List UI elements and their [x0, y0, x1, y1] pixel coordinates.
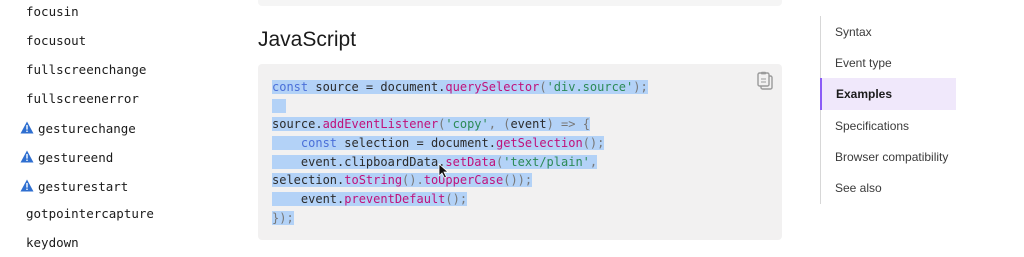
code-content[interactable]: const source = document.querySelector('d…	[272, 78, 648, 228]
code-token: toUpperCase	[423, 173, 504, 188]
code-token: });	[272, 210, 294, 225]
toc-item-syntax[interactable]: Syntax	[821, 16, 957, 48]
code-token: ,	[589, 154, 598, 169]
code-token: event.clipboardData.	[272, 154, 446, 169]
toc-item-examples[interactable]: Examples	[820, 78, 956, 110]
code-token: 'text/plain'	[503, 154, 590, 169]
toc-item-label: Event type	[835, 56, 892, 70]
code-token: querySelector	[445, 80, 540, 94]
code-token: const	[300, 136, 338, 151]
code-line: source.addEventListener('copy', (event) …	[272, 115, 648, 134]
toc-item-label: Browser compatibility	[835, 150, 949, 164]
toc-item-label: Syntax	[835, 25, 872, 39]
sidebar-item-label: fullscreenchange	[26, 61, 147, 77]
sidebar-item-label: gesturestart	[38, 178, 129, 194]
warning-triangle-icon	[20, 150, 34, 163]
warning-triangle-icon	[20, 121, 34, 134]
toc-item-event-type[interactable]: Event type	[821, 47, 957, 79]
clipboard-copy-icon[interactable]	[756, 71, 774, 91]
code-token: getSelection	[495, 136, 583, 151]
code-token: 'copy'	[445, 117, 489, 132]
code-line: const source = document.querySelector('d…	[272, 78, 648, 97]
code-token: ();	[582, 136, 605, 151]
sidebar-item-label: gestureend	[38, 149, 114, 165]
code-token: toString	[344, 173, 403, 188]
toc-item-specifications[interactable]: Specifications	[821, 110, 957, 142]
sidebar-nav: focusin focusout fullscreenchange fullsc…	[0, 0, 210, 257]
code-line: });	[272, 209, 648, 228]
code-line: event.preventDefault();	[272, 190, 648, 209]
section-heading: JavaScript	[258, 28, 357, 51]
toc-item-label: Specifications	[835, 119, 910, 133]
code-token: 'div.source'	[546, 80, 634, 94]
code-token: source = document.	[308, 80, 446, 94]
mouse-cursor-icon	[438, 163, 450, 179]
code-token: preventDefault	[344, 192, 446, 207]
toc-item-browser-compatibility[interactable]: Browser compatibility	[821, 141, 957, 173]
code-token: event	[510, 117, 547, 132]
sidebar-item-label: focusout	[26, 32, 87, 48]
warning-triangle-icon	[20, 179, 34, 192]
code-token: (	[539, 80, 547, 94]
table-of-contents: Syntax Event type Examples Specification…	[820, 16, 961, 204]
sidebar-item-label: keydown	[26, 234, 79, 250]
code-token: setData	[445, 154, 496, 169]
code-token: const	[272, 80, 309, 94]
toc-item-see-also[interactable]: See also	[821, 172, 957, 204]
code-token: ().	[402, 173, 424, 188]
code-line: const selection = document.getSelection(…	[272, 134, 648, 153]
code-line	[272, 97, 648, 116]
selected-text: });	[272, 210, 294, 225]
code-block: const source = document.querySelector('d…	[258, 64, 782, 240]
selected-text: event.clipboardData.setData('text/plain'…	[272, 154, 598, 169]
code-token: ();	[445, 192, 468, 207]
code-token: event.	[272, 192, 345, 207]
sidebar-item-label: focusin	[26, 3, 79, 19]
code-token: , (	[488, 117, 511, 132]
code-token: ) => {	[546, 117, 590, 132]
code-token: source.	[272, 117, 323, 132]
code-token: ());	[503, 173, 533, 188]
selected-text: selection.toString().toUpperCase());	[272, 173, 533, 188]
code-token: addEventListener	[322, 117, 439, 132]
sidebar-item-label: gotpointercapture	[26, 205, 154, 221]
sidebar-item-label: gesturechange	[38, 120, 136, 136]
sidebar-item-label: fullscreenerror	[26, 90, 139, 106]
code-token: selection.	[272, 173, 345, 188]
code-token: );	[633, 80, 648, 94]
selected-text	[272, 98, 287, 113]
toc-item-label: Examples	[836, 87, 893, 101]
code-line: selection.toString().toUpperCase());	[272, 171, 648, 190]
selected-text: const source = document.querySelector('d…	[272, 80, 648, 94]
code-line: event.clipboardData.setData('text/plain'…	[272, 153, 648, 172]
code-token: selection = document.	[337, 136, 496, 151]
selected-text: source.addEventListener('copy', (event) …	[272, 117, 590, 132]
previous-code-block	[258, 0, 782, 6]
toc-item-label: See also	[835, 181, 882, 195]
selected-text: const selection = document.getSelection(…	[272, 136, 605, 151]
selected-text: event.preventDefault();	[272, 192, 468, 207]
